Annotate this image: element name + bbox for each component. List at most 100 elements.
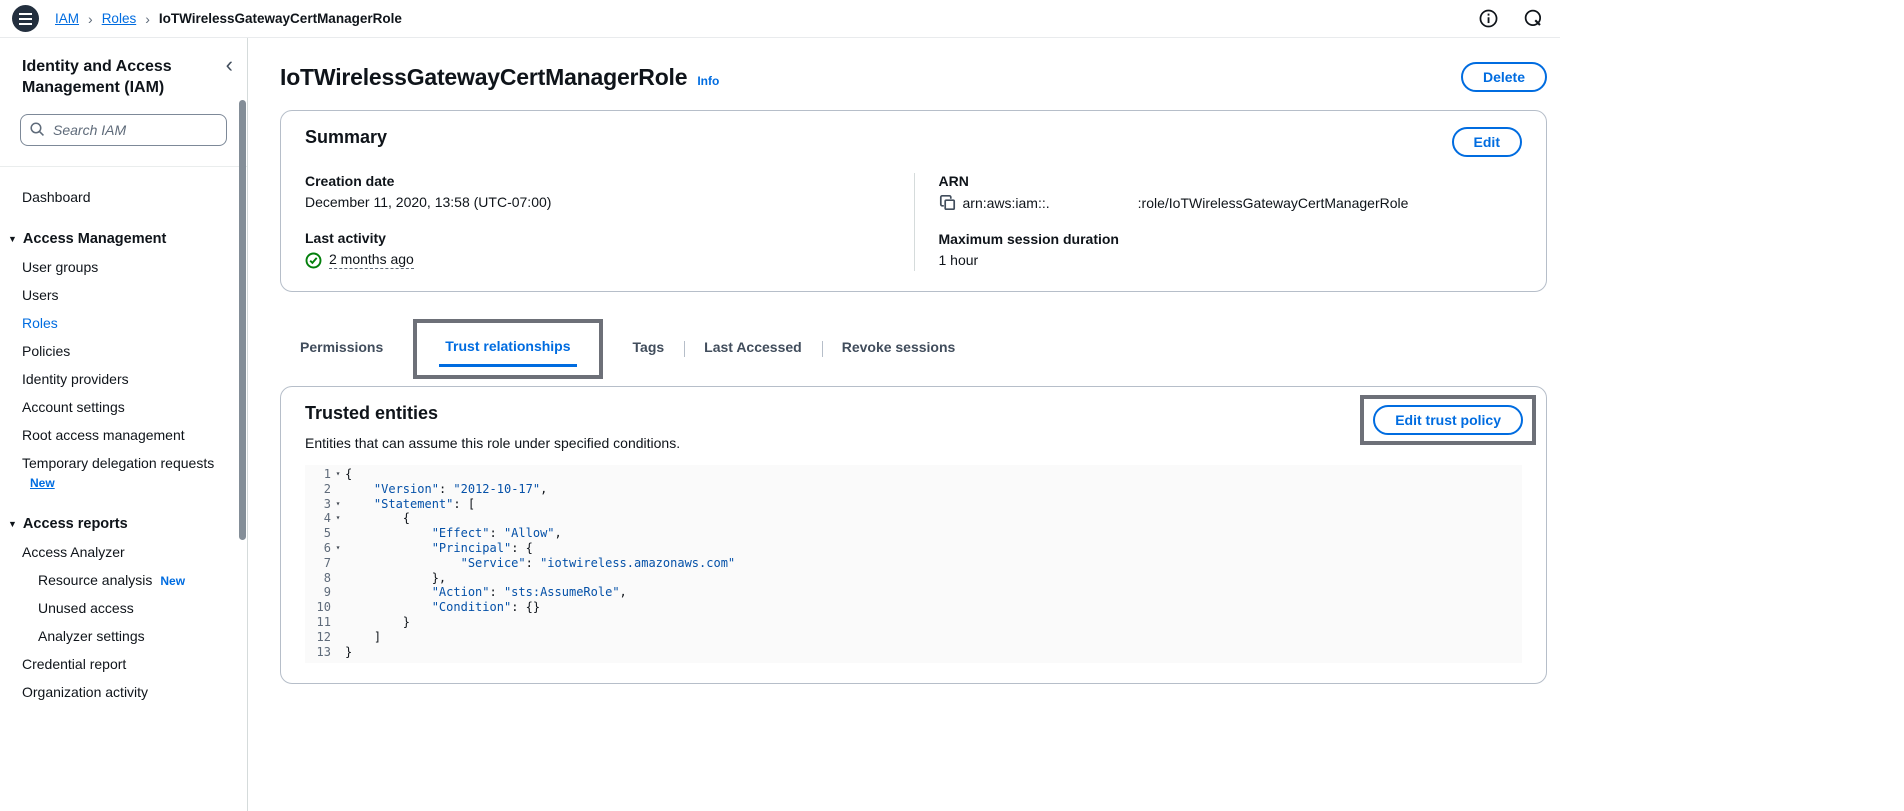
creation-date-field: Creation date December 11, 2020, 13:58 (… <box>305 173 890 210</box>
sidebar-item-account-settings[interactable]: Account settings <box>0 393 247 421</box>
tab-trust-relationships[interactable]: Trust relationships <box>425 327 590 367</box>
fold-toggle-icon[interactable]: ▾ <box>331 541 345 556</box>
code-text: "Version": "2012-10-17", <box>373 481 548 496</box>
summary-right-column: ARN arn:aws:iam::.:role/IoTWirelessGatew… <box>913 173 1523 271</box>
delete-button[interactable]: Delete <box>1460 62 1547 92</box>
last-activity-value[interactable]: 2 months ago <box>329 251 414 269</box>
sidebar-item-access-management[interactable]: ▼ Access Management <box>0 225 247 253</box>
trusted-entities-card: Trusted entities Entities that can assum… <box>280 386 1547 685</box>
code-line: 8 }, <box>305 571 1522 586</box>
tab-last-accessed[interactable]: Last Accessed <box>684 328 822 368</box>
aws-console-app: IAM › Roles › IoTWirelessGatewayCertManagerR… <box>0 0 1560 811</box>
layout: Identity and Access Management (IAM) ‹ D… <box>0 38 1560 811</box>
amazon-q-icon[interactable] <box>1523 8 1544 29</box>
code-text: { <box>345 467 353 481</box>
max-session-field: Maximum session duration 1 hour <box>939 231 1523 268</box>
code-text: "Service": "iotwireless.amazonaws.com" <box>460 555 736 570</box>
sidebar: Identity and Access Management (IAM) ‹ D… <box>0 38 248 811</box>
sidebar-item-user-groups[interactable]: User groups <box>0 253 247 281</box>
code-text: } <box>345 614 411 629</box>
summary-card: Summary Edit Creation date December 11, … <box>280 110 1547 292</box>
sidebar-item-temporary-delegation-requests[interactable]: Temporary delegation requests <box>0 449 247 477</box>
sidebar-item-root-access-management[interactable]: Root access management <box>0 421 247 449</box>
fold-toggle-icon[interactable]: ▾ <box>331 467 345 482</box>
sidebar-item-resource-analysis[interactable]: Resource analysis New <box>0 566 247 594</box>
tab-tags[interactable]: Tags <box>613 328 685 368</box>
sidebar-scrollbar[interactable] <box>239 100 246 540</box>
line-number: 6 <box>323 540 331 555</box>
fold-toggle-icon[interactable]: ▾ <box>331 497 345 512</box>
code-line: 9 "Action": "sts:AssumeRole", <box>305 585 1522 600</box>
code-line: 4 ▾ { <box>305 511 1522 526</box>
sidebar-item-label: Unused access <box>38 600 134 617</box>
sidebar-nav: Dashboard ▼ Access Management User groups Us… <box>0 167 247 716</box>
sidebar-item-analyzer-settings[interactable]: Analyzer settings <box>0 622 247 650</box>
sidebar-item-credential-report[interactable]: Credential report <box>0 650 247 678</box>
sidebar-item-roles[interactable]: Roles <box>0 309 247 337</box>
sidebar-item-organization-activity[interactable]: Organization activity <box>0 678 247 706</box>
breadcrumb: IAM › Roles › IoTWirelessGatewayCertManagerR… <box>55 11 402 27</box>
summary-heading: Summary <box>305 127 388 147</box>
copy-icon[interactable] <box>939 194 956 211</box>
sidebar-item-label: Account settings <box>22 399 125 416</box>
arn-label: ARN <box>938 173 969 189</box>
section-expanded-icon: ▼ <box>8 234 17 245</box>
trusted-entities-description: Entities that can assume this role under… <box>305 435 681 451</box>
sidebar-item-label: Temporary delegation requests <box>22 455 215 472</box>
creation-date-value: December 11, 2020, 13:58 (UTC-07:00) <box>305 194 552 210</box>
tab-revoke-sessions[interactable]: Revoke sessions <box>821 328 976 368</box>
line-number: 13 <box>316 644 331 659</box>
sidebar-item-policies[interactable]: Policies <box>0 337 247 365</box>
line-number: 7 <box>323 555 331 570</box>
sidebar-header: Identity and Access Management (IAM) ‹ <box>0 54 247 98</box>
info-link[interactable]: Info <box>697 74 719 88</box>
section-expanded-icon: ▼ <box>8 519 17 530</box>
line-number: 5 <box>323 526 331 541</box>
breadcrumb-iotwirelessgatewaycertmanagerrole: IoTWirelessGatewayCertManagerRole <box>158 11 402 26</box>
code-line: 11 } <box>305 615 1522 630</box>
policy-editor[interactable]: 1 ▾{2 "Version": "2012-10-17", 3 ▾ "Stateme… <box>305 465 1522 664</box>
max-session-label: Maximum session duration <box>938 231 1119 247</box>
line-number: 12 <box>316 629 331 644</box>
code-text: "Condition": {} <box>431 600 541 615</box>
fold-toggle-icon[interactable]: ▾ <box>331 511 345 526</box>
search-input[interactable] <box>20 114 227 147</box>
sidebar-item-unused-access[interactable]: Unused access <box>0 594 247 622</box>
hamburger-menu-button[interactable] <box>12 5 39 32</box>
code-text: ] <box>345 629 382 644</box>
trusted-entities-heading: Trusted entities <box>305 403 439 423</box>
code-text: "Effect": "Allow", <box>431 526 562 541</box>
line-number: 4 <box>323 511 331 526</box>
info-icon[interactable] <box>1478 8 1499 29</box>
sidebar-item-identity-providers[interactable]: Identity providers <box>0 365 247 393</box>
last-activity-field: Last activity 2 months ago <box>305 230 890 269</box>
line-number: 8 <box>323 570 331 585</box>
new-badge: New <box>160 574 186 589</box>
summary-left-column: Creation date December 11, 2020, 13:58 (… <box>305 173 914 271</box>
sidebar-item-access-reports[interactable]: ▼ Access reports <box>0 510 247 538</box>
sidebar-item-dashboard[interactable]: Dashboard <box>0 183 247 211</box>
code-text: } <box>345 644 353 659</box>
sidebar-item-label: Access Analyzer <box>22 544 125 561</box>
breadcrumb-iam[interactable]: IAM <box>55 11 79 26</box>
edit-trust-policy-button[interactable]: Edit trust policy <box>1373 405 1523 435</box>
code-text: { <box>345 511 411 526</box>
code-line: 6 ▾ "Principal": { <box>305 541 1522 556</box>
tab-permissions[interactable]: Permissions <box>280 328 403 368</box>
arn-field: ARN arn:aws:iam::.:role/IoTWirelessGatew… <box>939 173 1523 211</box>
collapse-sidebar-icon[interactable]: ‹ <box>226 54 233 76</box>
edit-summary-button[interactable]: Edit <box>1451 127 1522 157</box>
page-header: IoTWirelessGatewayCertManagerRole Info D… <box>280 62 1547 92</box>
sidebar-item-access-analyzer[interactable]: Access Analyzer <box>0 538 247 566</box>
sidebar-item-label: User groups <box>22 259 99 276</box>
sidebar-item-label: Roles <box>22 315 58 332</box>
breadcrumb-roles[interactable]: Roles <box>102 11 137 26</box>
sidebar-item-label: Resource analysis <box>38 572 153 589</box>
search-icon <box>29 121 46 138</box>
sidebar-item-users[interactable]: Users <box>0 281 247 309</box>
max-session-value: 1 hour <box>938 252 979 268</box>
